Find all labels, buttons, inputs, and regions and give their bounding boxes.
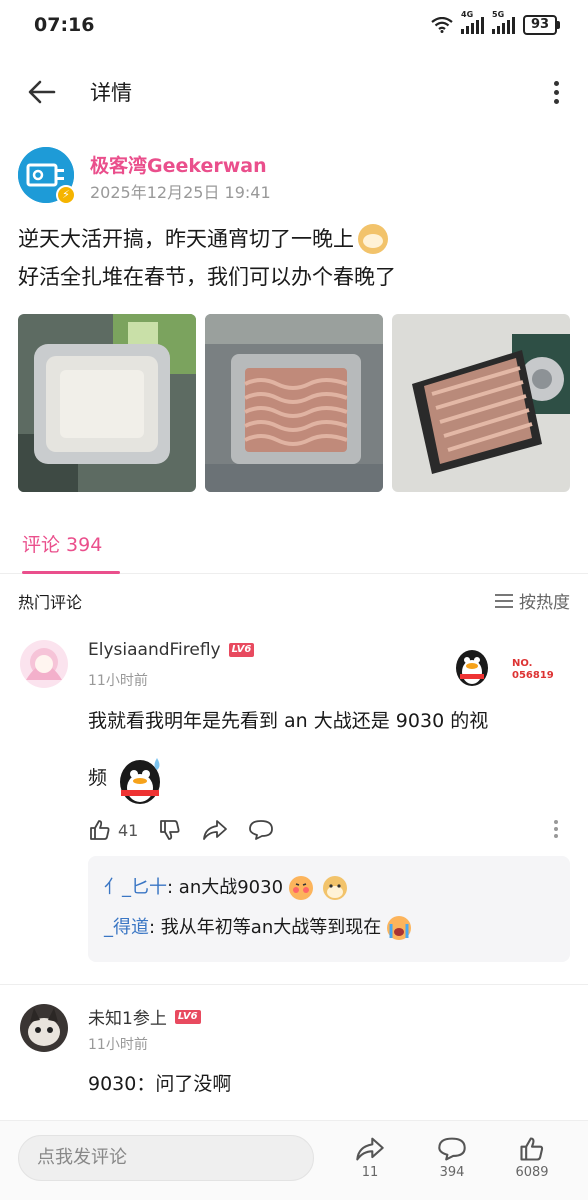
thumbs-up-icon — [520, 1137, 544, 1161]
comment-text: 我就看我明年是先看到 an 大战还是 9030 的视 频 — [88, 706, 558, 806]
page-title: 详情 — [90, 81, 132, 105]
back-button[interactable] — [12, 62, 72, 122]
crying-emoji-icon — [387, 916, 412, 940]
level-badge: LV6 — [174, 1009, 201, 1024]
comment-username-row: ElysiaandFirefly LV6 — [88, 640, 255, 660]
reply-username[interactable]: _得道 — [104, 908, 149, 948]
comment-bubble-icon — [438, 1137, 466, 1161]
post-timestamp: 2025年12月25日 19:41 — [90, 183, 271, 202]
penguin-icon — [456, 650, 488, 686]
hot-comments-header: 热门评论 按热度 — [18, 586, 570, 614]
anime-avatar-icon — [20, 640, 68, 688]
cpu-cooler-image — [392, 314, 570, 492]
copper-waterblock-image — [205, 314, 383, 492]
reply-preview[interactable]: 亻_匕十 : an大战9030 _得道 : 我从年初等an大战等到现在 — [88, 856, 570, 962]
more-options-button[interactable] — [546, 76, 566, 108]
bottom-bar: 点我发评论 11 394 6089 — [0, 1120, 588, 1200]
cpu-photo-image — [18, 314, 196, 492]
blushing-emoji-icon — [289, 876, 314, 900]
comments-button[interactable]: 394 — [420, 1135, 484, 1180]
wifi-icon — [431, 17, 453, 33]
comment-avatar[interactable] — [20, 640, 68, 688]
post-text-line-2: 好活全扎堆在春节，我们可以办个春晚了 — [18, 265, 396, 289]
status-bar: 07:16 4G 5G 93 — [0, 0, 588, 50]
signal-icon-4g: 4G — [461, 10, 484, 34]
arrow-left-icon — [28, 80, 56, 104]
reply-username[interactable]: 亻_匕十 — [104, 868, 167, 908]
like-count: 41 — [118, 820, 139, 840]
comment-item: 未知1参上 LV6 11小时前 9030：问了没啊 — [0, 996, 588, 1120]
reply-item: _得道 : 我从年初等an大战等到现在 — [104, 908, 554, 948]
like-count: 6089 — [515, 1165, 549, 1180]
reply-text: : an大战9030 — [167, 877, 284, 898]
doge-emoji-icon — [323, 876, 348, 900]
author-name[interactable]: 极客湾Geekerwan — [90, 151, 267, 178]
post-text-line-1: 逆天大活开搞，昨天通宵切了一晚上 — [18, 227, 354, 251]
share-button[interactable] — [202, 819, 228, 841]
comment-input[interactable]: 点我发评论 — [18, 1135, 314, 1181]
thumbs-down-icon — [160, 820, 180, 840]
comment-more-button[interactable] — [554, 820, 560, 838]
comment-time: 11小时前 — [88, 1037, 148, 1053]
comment-tabs: 评论 394 — [0, 516, 588, 574]
post-body: 逆天大活开搞，昨天通宵切了一晚上 好活全扎堆在春节，我们可以办个春晚了 — [18, 220, 570, 296]
comment-text-line-1: 我就看我明年是先看到 an 大战还是 9030 的视 — [88, 710, 489, 732]
author-avatar[interactable]: ⚡ — [18, 147, 76, 205]
post-image-3[interactable] — [392, 314, 570, 492]
comment-bubble-icon — [249, 820, 274, 840]
cat-avatar-icon — [20, 1004, 68, 1052]
post-image-1[interactable] — [18, 314, 196, 492]
battery-level: 93 — [523, 15, 557, 35]
reply-item: 亻_匕十 : an大战9030 — [104, 868, 554, 908]
fan-badge-number: 056819 — [512, 670, 554, 681]
like-button[interactable]: 41 — [88, 818, 138, 842]
share-post-button[interactable]: 11 — [338, 1135, 402, 1180]
fan-badge-label: NO. — [512, 658, 533, 669]
share-count: 11 — [361, 1165, 379, 1180]
sort-label: 按热度 — [519, 593, 570, 613]
status-icons: 4G 5G 93 — [431, 10, 560, 35]
tab-comments[interactable]: 评论 394 — [22, 530, 102, 557]
reply-button[interactable] — [248, 819, 274, 841]
hot-comments-label: 热门评论 — [18, 593, 83, 612]
share-icon — [356, 1137, 384, 1161]
verified-badge-icon: ⚡ — [56, 185, 76, 205]
comment-username[interactable]: ElysiaandFirefly — [88, 640, 221, 660]
comment-count: 394 — [439, 1165, 465, 1180]
list-icon — [495, 593, 513, 608]
comment-divider — [0, 984, 588, 985]
post-image-2[interactable] — [205, 314, 383, 492]
post-author: ⚡ 极客湾Geekerwan 2025年12月25日 19:41 — [18, 145, 570, 205]
share-icon — [203, 820, 228, 840]
post-images — [18, 314, 570, 492]
comment-username[interactable]: 未知1参上 — [88, 1004, 167, 1029]
like-post-button[interactable]: 6089 — [500, 1135, 564, 1180]
sort-by-hot-button[interactable]: 按热度 — [495, 588, 570, 613]
reply-text: : 我从年初等an大战等到现在 — [149, 917, 382, 938]
header: 详情 — [0, 62, 588, 122]
dislike-button[interactable] — [158, 818, 182, 842]
thumbs-up-icon — [90, 820, 110, 840]
tab-underline — [22, 571, 120, 574]
doge-emoji-icon — [358, 224, 388, 254]
battery-icon: 93 — [523, 15, 560, 35]
level-badge: LV6 — [228, 643, 255, 657]
signal-icon-5g: 5G — [492, 10, 515, 34]
comment-actions: 41 — [88, 818, 274, 842]
comment-text-line-2: 频 — [88, 767, 108, 789]
comment-avatar[interactable] — [20, 1004, 68, 1052]
comment-text: 9030：问了没啊 — [88, 1073, 232, 1095]
sweating-penguin-emoji-icon — [120, 758, 161, 804]
comment-time: 11小时前 — [88, 673, 148, 689]
comment-username-row: 未知1参上 LV6 — [88, 1004, 201, 1029]
fan-badge: NO. 056819 — [448, 640, 568, 690]
status-time: 07:16 — [34, 14, 95, 36]
comment-item: ElysiaandFirefly LV6 11小时前 NO. 056819 我就… — [0, 630, 588, 980]
